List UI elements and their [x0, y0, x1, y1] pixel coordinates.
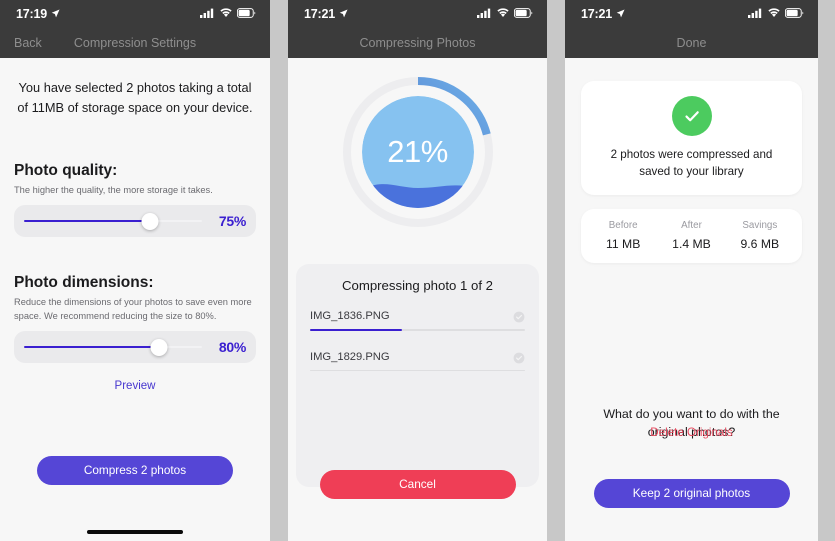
photo-quality-description: The higher the quality, the more storage… — [14, 184, 213, 195]
file-progress-track — [310, 369, 525, 371]
home-indicator — [87, 530, 183, 534]
status-bar: 17:21 — [565, 0, 818, 27]
photo-dimensions-slider-card[interactable]: 80% — [14, 331, 256, 364]
compressing-body: 21% Compressing photo 1 of 2 IMG_1836.PN… — [288, 72, 547, 541]
photo-dimensions-title: Photo dimensions: — [14, 274, 154, 292]
stat-label: Savings — [742, 219, 778, 231]
page-title: Compressing Photos — [359, 35, 476, 50]
cellular-bars-icon — [477, 5, 492, 23]
status-bar-clock: 17:19 — [16, 7, 60, 21]
three-phone-mockup: 17:19 Back Compression Settings You have… — [0, 0, 835, 541]
navigation-bar: Done — [565, 27, 818, 58]
location-arrow-icon — [616, 7, 625, 21]
clock-time: 17:21 — [304, 6, 335, 21]
check-circle-icon — [513, 351, 525, 363]
location-arrow-icon — [51, 7, 60, 21]
photo-dimensions-description: Reduce the dimensions of your photos to … — [14, 297, 252, 321]
stat-after: After 1.4 MB — [657, 220, 725, 251]
stat-savings: Savings 9.6 MB — [726, 220, 794, 251]
file-list-item[interactable]: IMG_1836.PNG — [310, 307, 525, 338]
delete-originals-link[interactable]: Delete Originals — [565, 426, 818, 439]
cellular-bars-icon — [200, 5, 215, 23]
file-name: IMG_1829.PNG — [310, 350, 390, 363]
location-arrow-icon — [339, 7, 348, 21]
success-card: 2 photos were compressed and saved to yo… — [581, 81, 802, 195]
battery-icon — [513, 5, 533, 23]
right-edge-gap — [818, 0, 835, 541]
compressing-status-title: Compressing photo 1 of 2 — [341, 278, 493, 293]
preview-link[interactable]: Preview — [14, 380, 256, 392]
phone-gap — [270, 0, 288, 541]
photo-dimensions-slider[interactable] — [24, 337, 202, 357]
file-progress-card: Compressing photo 1 of 2 IMG_1836.PNG IM… — [296, 264, 539, 487]
status-bar-icons — [477, 5, 533, 23]
navigation-bar: Back Compression Settings — [0, 27, 270, 58]
photo-dimensions-value: 80% — [218, 339, 246, 356]
status-bar-icons — [748, 5, 804, 23]
back-button[interactable]: Back — [14, 36, 42, 50]
file-row-line: IMG_1829.PNG — [310, 348, 525, 370]
slider-thumb[interactable] — [141, 212, 159, 230]
stat-value: 9.6 MB — [740, 236, 780, 251]
keep-originals-button[interactable]: Keep 2 original photos — [593, 479, 790, 508]
phone-screen-compressing-photos: 17:21 Compressing Photos 21% Compressing… — [288, 0, 547, 541]
slider-track-fill — [24, 345, 160, 349]
done-body: 2 photos were compressed and saved to yo… — [565, 81, 818, 541]
slider-thumb[interactable] — [150, 338, 168, 356]
clock-time: 17:21 — [581, 6, 612, 21]
compress-photos-button[interactable]: Compress 2 photos — [37, 456, 233, 485]
stat-label: Before — [608, 219, 638, 231]
stat-value: 1.4 MB — [672, 236, 711, 251]
status-bar: 17:21 — [288, 0, 547, 27]
photo-quality-slider[interactable] — [24, 211, 202, 231]
cancel-button[interactable]: Cancel — [319, 470, 516, 499]
check-mark-icon — [671, 96, 712, 136]
file-list-spacer — [310, 338, 525, 348]
file-progress-fill — [310, 329, 403, 331]
stat-before: Before 11 MB — [589, 220, 657, 251]
file-row-line: IMG_1836.PNG — [310, 307, 525, 329]
phone-screen-done: 17:21 Done 2 photos were compressed and … — [565, 0, 818, 541]
cancel-action-row: Cancel — [288, 470, 547, 499]
cellular-bars-icon — [748, 5, 763, 23]
primary-action-row: Compress 2 photos — [0, 456, 270, 485]
success-message: 2 photos were compressed and saved to yo… — [610, 148, 773, 178]
stat-label: After — [681, 219, 702, 231]
photo-dimensions-section: Photo dimensions: Reduce the dimensions … — [0, 274, 270, 392]
page-title: Done — [676, 35, 707, 50]
battery-icon — [236, 5, 256, 23]
slider-track-fill — [24, 219, 151, 223]
keep-action-row: Keep 2 original photos — [565, 479, 818, 508]
savings-stats-card: Before 11 MB After 1.4 MB Savings 9.6 MB — [581, 208, 802, 263]
file-name: IMG_1836.PNG — [310, 310, 390, 322]
photo-quality-title: Photo quality: — [14, 161, 118, 179]
stat-value: 11 MB — [606, 236, 641, 251]
battery-icon — [784, 5, 804, 23]
settings-body: You have selected 2 photos taking a tota… — [0, 58, 270, 541]
photo-quality-value: 75% — [218, 213, 246, 230]
photo-quality-slider-card[interactable]: 75% — [14, 205, 256, 238]
wifi-icon — [220, 5, 232, 23]
status-bar-clock: 17:21 — [304, 7, 348, 21]
file-progress-track — [310, 329, 525, 331]
status-bar: 17:19 — [0, 0, 270, 27]
phone-screen-compression-settings: 17:19 Back Compression Settings You have… — [0, 0, 270, 541]
navigation-bar: Compressing Photos — [288, 27, 547, 58]
selection-summary-text: You have selected 2 photos taking a tota… — [17, 80, 253, 115]
wifi-icon — [497, 5, 509, 23]
clock-time: 17:19 — [16, 6, 47, 21]
phone-gap — [547, 0, 565, 541]
status-bar-clock: 17:21 — [581, 7, 625, 21]
progress-ring: 21% — [338, 72, 498, 232]
wifi-icon — [768, 5, 780, 23]
file-list-item[interactable]: IMG_1829.PNG — [310, 348, 525, 379]
check-circle-icon — [513, 310, 525, 323]
status-bar-icons — [200, 5, 256, 23]
photo-quality-section: Photo quality: The higher the quality, t… — [0, 161, 270, 238]
